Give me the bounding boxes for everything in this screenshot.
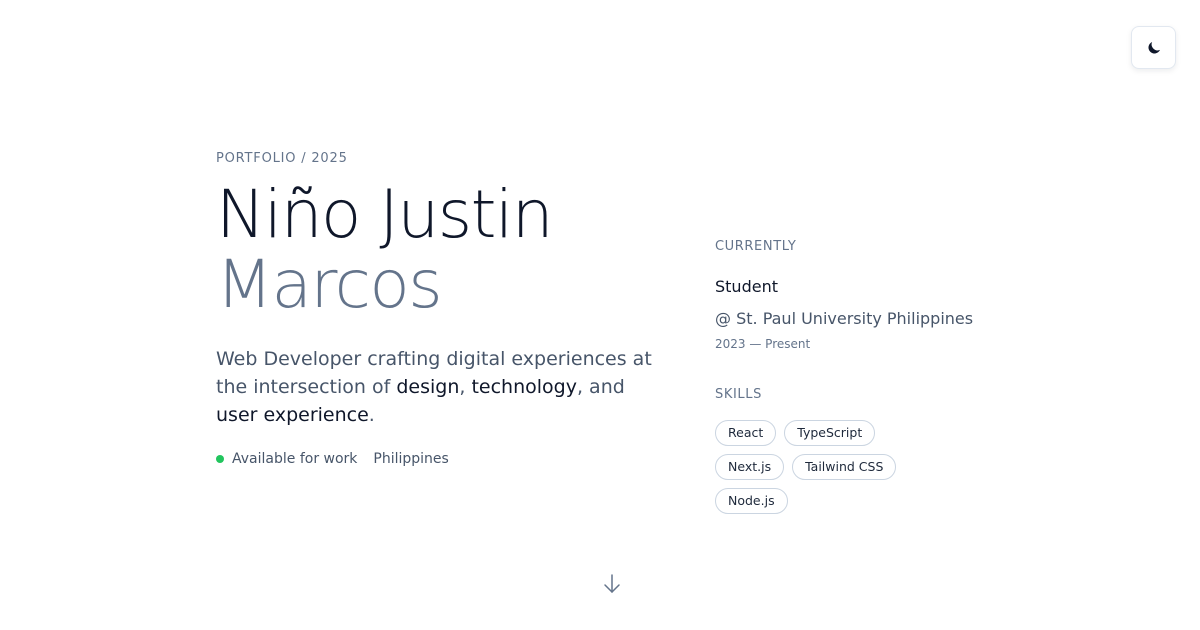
moon-icon xyxy=(1145,39,1163,57)
skill-pill-typescript: TypeScript xyxy=(784,420,876,446)
skill-pill-tailwind-css: Tailwind CSS xyxy=(792,454,897,480)
scroll-down-button[interactable] xyxy=(601,572,623,596)
current-period: 2023 — Present xyxy=(715,337,811,351)
info-panel: CURRENTLY Student @ St. Paul University … xyxy=(715,238,1015,522)
tagline-highlight-user-experience: user experience xyxy=(216,404,369,426)
theme-toggle-button[interactable] xyxy=(1131,26,1176,69)
hero-section: PORTFOLIO / 2025 Niño Justin Marcos Web … xyxy=(216,150,676,467)
tagline-separator: , and xyxy=(576,376,625,398)
portfolio-page: PORTFOLIO / 2025 Niño Justin Marcos Web … xyxy=(0,0,1200,630)
location: Philippines xyxy=(373,451,449,467)
last-name: Marcos xyxy=(216,246,443,323)
status-dot-icon xyxy=(216,455,224,463)
skills-label: SKILLS xyxy=(715,387,762,402)
availability-status: Available for work xyxy=(232,451,358,467)
page-title: Niño Justin Marcos xyxy=(216,180,676,320)
tagline: Web Developer crafting digital experienc… xyxy=(216,345,656,429)
skills-list: React TypeScript Next.js Tailwind CSS No… xyxy=(715,420,955,522)
status-row: Available for work Philippines xyxy=(216,451,676,467)
current-role: Student xyxy=(715,277,778,296)
skill-pill-nextjs: Next.js xyxy=(715,454,785,480)
tagline-highlight-design: design xyxy=(396,376,460,398)
current-organization: @ St. Paul University Philippines xyxy=(715,309,974,328)
tagline-separator: , xyxy=(459,376,472,398)
first-name: Niño Justin xyxy=(216,176,554,253)
tagline-highlight-technology: technology xyxy=(471,376,577,398)
currently-label: CURRENTLY xyxy=(715,239,797,254)
tagline-suffix: . xyxy=(368,404,375,426)
skill-pill-react: React xyxy=(715,420,777,446)
skill-pill-nodejs: Node.js xyxy=(715,488,788,514)
arrow-down-icon xyxy=(601,572,623,596)
portfolio-eyebrow: PORTFOLIO / 2025 xyxy=(216,151,348,166)
